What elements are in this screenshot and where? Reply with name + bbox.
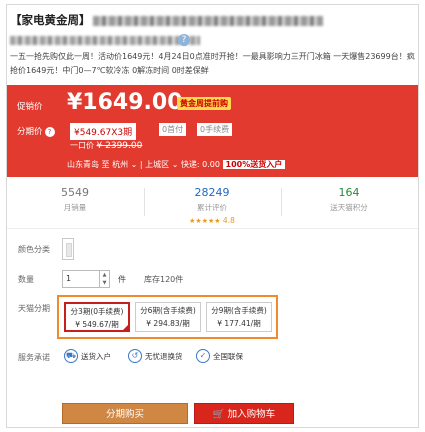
installment-option-9[interactable]: 分9期(含手续费) ¥ 177.41/期 bbox=[206, 302, 272, 332]
installment-option-6[interactable]: 分6期(含手续费) ¥ 294.83/期 bbox=[135, 302, 201, 332]
total-reviews[interactable]: 28249 累计评价 ★★★★★ 4.8 bbox=[144, 186, 280, 225]
chevron-down-icon: ⌄ bbox=[171, 160, 179, 169]
color-swatch[interactable] bbox=[62, 238, 74, 260]
district-select[interactable]: 上城区 ⌄ bbox=[145, 160, 178, 169]
ship-from: 山东青岛 bbox=[67, 160, 99, 169]
service-delivery[interactable]: ⛟ 送货入户 bbox=[64, 349, 111, 363]
installment-price: ¥549.67X3期 bbox=[70, 123, 137, 140]
promo-text: 一五一抢先购仅此一周！活动价1649元！4月24日0点准时开抢！一最具影响力三开… bbox=[10, 52, 415, 75]
delivery-badge: 100%送货入户 bbox=[222, 160, 286, 169]
shipping-info: 山东青岛 至 杭州 ⌄ | 上城区 ⌄ 快递: 0.00 100%送货入户 bbox=[67, 159, 286, 170]
return-icon: ↺ bbox=[128, 349, 142, 363]
color-label: 颜色分类 bbox=[18, 245, 50, 254]
installment-option-3[interactable]: 分3期(0手续费) ¥ 549.67/期 bbox=[64, 302, 130, 332]
selected-corner-icon bbox=[122, 324, 129, 331]
blurred-title-text bbox=[92, 15, 323, 26]
cart-icon: 🛒 bbox=[212, 409, 225, 420]
product-title: 【家电黄金周】 bbox=[10, 12, 323, 28]
add-to-cart-button[interactable]: 🛒 加入购物车 bbox=[194, 403, 294, 424]
installment-buy-button[interactable]: 分期购买 bbox=[62, 403, 188, 424]
express-fee: 快递: 0.00 bbox=[180, 160, 220, 169]
quantity-stepper[interactable]: ▲ ▼ bbox=[100, 270, 110, 288]
shield-icon: ✓ bbox=[196, 349, 210, 363]
promo-tag: 黄金周提前购 bbox=[177, 97, 231, 110]
stats-bar: 5549 月销量 28249 累计评价 ★★★★★ 4.8 164 送天猫积分 bbox=[7, 182, 418, 225]
installment-options: 分3期(0手续费) ¥ 549.67/期 分6期(含手续费) ¥ 294.83/… bbox=[57, 295, 278, 339]
service-warranty[interactable]: ✓ 全国联保 bbox=[196, 349, 243, 363]
blurred-title-text-line2 bbox=[10, 36, 200, 45]
zero-fee-tag: 0手续费 bbox=[197, 123, 233, 136]
quantity-input[interactable]: 1 bbox=[62, 270, 100, 288]
tmall-points: 164 送天猫积分 bbox=[330, 186, 368, 212]
promo-price: ¥1649.00 bbox=[67, 90, 183, 115]
question-icon[interactable]: ? bbox=[44, 126, 55, 137]
city-select[interactable]: 杭州 ⌄ bbox=[112, 160, 137, 169]
rating-stars: ★★★★★ bbox=[189, 217, 221, 225]
stock-count: 库存120件 bbox=[144, 275, 184, 284]
monthly-sales: 5549 月销量 bbox=[61, 186, 89, 212]
help-icon[interactable]: ? bbox=[178, 34, 190, 46]
service-return[interactable]: ↺ 无忧退换货 bbox=[128, 349, 183, 363]
original-price: 一口价 ¥ 2399.00 bbox=[70, 141, 143, 151]
price-box: 促销价 ¥1649.00 黄金周提前购 分期价? ¥549.67X3期 0首付 … bbox=[7, 85, 418, 177]
promo-price-label: 促销价 bbox=[17, 102, 43, 112]
chevron-down-icon: ⌄ bbox=[130, 160, 138, 169]
quantity-unit: 件 bbox=[118, 275, 126, 284]
zero-downpayment-tag: 0首付 bbox=[159, 123, 187, 136]
installment-price-label: 分期价? bbox=[17, 125, 55, 137]
service-label: 服务承诺 bbox=[18, 353, 50, 362]
truck-icon: ⛟ bbox=[64, 349, 78, 363]
quantity-label: 数量 bbox=[18, 275, 34, 284]
installment-label: 天猫分期 bbox=[18, 304, 50, 313]
